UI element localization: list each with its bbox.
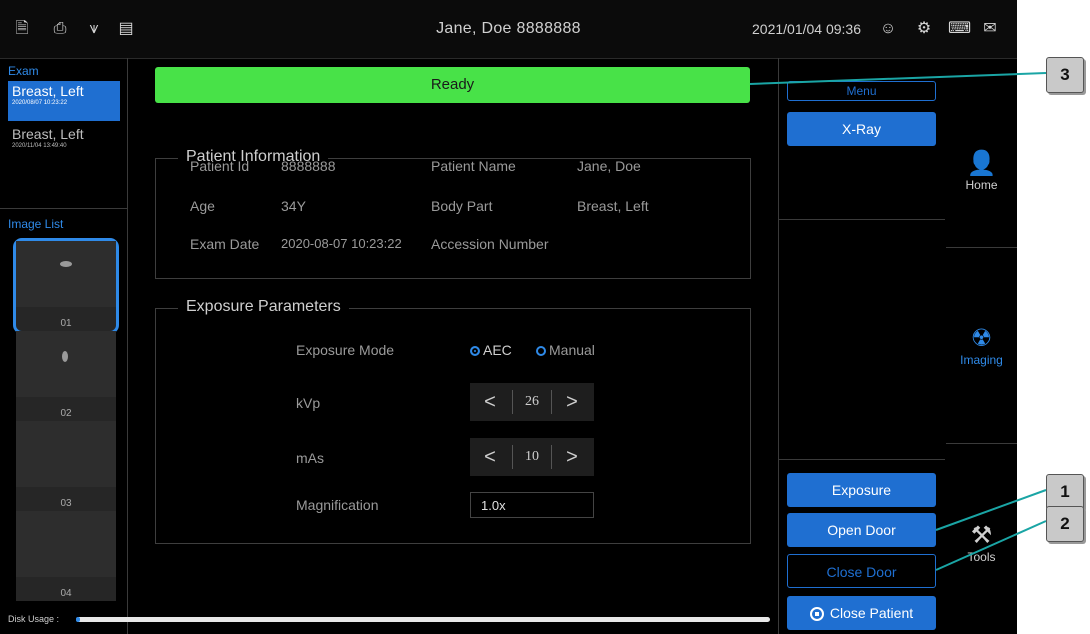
callout-2: 2 [1046,506,1084,542]
callout-3: 3 [1046,57,1084,93]
callout-lines [749,72,1047,571]
callout-1: 1 [1046,474,1084,510]
